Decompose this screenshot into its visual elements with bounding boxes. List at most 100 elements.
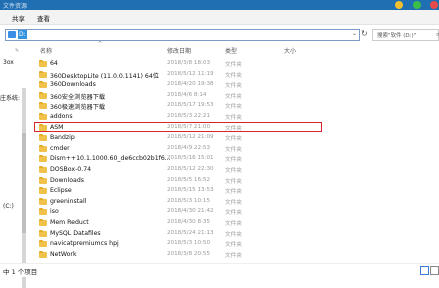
file-date: 2018/5/12 11:19 <box>167 70 214 77</box>
table-row[interactable]: Downloads 2018/5/5 16:52 文件夹 <box>36 176 336 186</box>
table-row[interactable]: addons 2018/5/3 22:21 文件夹 <box>36 112 336 122</box>
table-row[interactable]: cmder 2018/4/9 22:53 文件夹 <box>36 144 336 154</box>
file-type: 文件夹 <box>225 199 242 206</box>
file-type: 文件夹 <box>225 136 242 143</box>
file-type: 文件夹 <box>225 168 242 174</box>
file-name: DOSBox-0.74 <box>50 166 92 173</box>
file-type: 文件夹 <box>225 83 242 90</box>
folder-icon <box>39 197 47 205</box>
column-header-size[interactable]: 大小 <box>284 46 296 55</box>
table-row[interactable]: 360DesktopLite (11.0.0.1141) 64位 2018/5/1… <box>36 70 336 80</box>
table-row[interactable]: 64 2018/3/8 18:03 文件夹 <box>36 59 336 69</box>
address-path[interactable]: D: <box>18 30 27 39</box>
title-bar: 文件资源 <box>0 0 439 10</box>
file-name: Bandzip <box>50 134 75 142</box>
file-type: 文件夹 <box>225 178 242 185</box>
column-header-type[interactable]: 类型 <box>225 46 237 55</box>
file-date: 2018/3/8 20:55 <box>167 250 211 257</box>
file-name: 360安全浏览器下载 <box>50 93 106 101</box>
file-name: NetWork <box>50 250 77 258</box>
nav-item-system[interactable]: 庄系统: <box>0 93 20 102</box>
nav-item-box[interactable]: 3ox <box>3 59 14 66</box>
column-header-date[interactable]: 修改日期 <box>167 46 191 55</box>
search-placeholder: 搜索"软件 (D:)" <box>377 33 417 39</box>
folder-icon <box>39 102 47 110</box>
window-title: 文件资源 <box>3 3 28 10</box>
table-row[interactable]: iso 2018/4/30 21:42 文件夹 <box>36 207 336 217</box>
tab-view[interactable]: 查看 <box>37 13 50 23</box>
file-date: 2018/4/30 21:42 <box>167 208 214 215</box>
nav-scrollbar-thumb[interactable] <box>22 133 26 233</box>
folder-icon <box>39 187 47 195</box>
table-row[interactable]: NetWork 2018/3/8 20:55 文件夹 <box>36 250 336 260</box>
status-bar: 中 1 个项目 <box>0 263 439 277</box>
file-date: 2018/5/16 15:01 <box>167 155 214 162</box>
table-row[interactable]: Dism++10.1.1000.60_de6ccb02b1f6... 2018/5… <box>36 154 336 164</box>
file-name: Mem Reduct <box>50 219 89 226</box>
file-date: 2018/4/9 22:53 <box>167 144 211 151</box>
address-bar[interactable]: D: ⌄ <box>5 29 360 41</box>
table-row[interactable]: Mem Reduct 2018/4/30 8:35 文件夹 <box>36 218 336 228</box>
folder-icon <box>39 113 47 120</box>
file-name: addons <box>50 113 73 120</box>
file-type: 文件夹 <box>225 115 242 121</box>
pin-icon[interactable]: ✎ <box>15 48 19 54</box>
nav-item-c-drive[interactable]: (C:) <box>3 203 14 210</box>
table-row[interactable]: greeninstall 2018/5/3 10:15 文件夹 <box>36 197 336 207</box>
maximize-button[interactable] <box>413 1 421 9</box>
file-date: 2018/3/8 18:03 <box>167 60 211 66</box>
folder-icon <box>39 91 47 99</box>
folder-icon <box>39 134 47 142</box>
file-date: 2018/5/3 10:50 <box>167 240 211 247</box>
table-row[interactable]: 360安全浏览器下载 2018/4/6 8:14 文件夹 <box>36 91 336 101</box>
file-date: 2018/5/15 13:53 <box>167 187 214 194</box>
table-row[interactable]: MySQL Datafiles 2018/5/24 21:13 文件夹 <box>36 229 336 239</box>
table-row[interactable]: Eclipse 2018/5/15 13:53 文件夹 <box>36 186 336 196</box>
folder-icon <box>39 60 47 67</box>
folder-icon <box>39 208 47 216</box>
file-date: 2018/5/3 22:21 <box>167 113 211 119</box>
ribbon: 共享 查看 <box>0 10 439 25</box>
close-button[interactable] <box>430 1 438 9</box>
table-row[interactable]: navicatpremiumcs hpj 2018/5/3 10:50 文件夹 <box>36 239 336 249</box>
file-name: 64 <box>50 60 58 67</box>
table-row[interactable]: 360极速浏览器下载 2018/5/17 19:53 文件夹 <box>36 101 336 111</box>
refresh-icon[interactable]: ↻ <box>361 29 368 38</box>
folder-icon <box>39 250 47 258</box>
search-input[interactable]: 搜索"软件 (D:)" ⌕ <box>372 29 439 41</box>
folder-icon <box>39 166 47 173</box>
table-row[interactable]: 360Downloads 2018/4/20 19:38 文件夹 <box>36 80 336 90</box>
file-type: 文件夹 <box>225 252 242 259</box>
file-type: 文件夹 <box>225 62 242 68</box>
table-row[interactable]: DOSBox-0.74 2018/5/12 22:30 文件夹 <box>36 165 336 175</box>
large-icons-view-icon[interactable] <box>430 266 439 275</box>
file-type: 文件夹 <box>225 157 242 164</box>
minimize-button[interactable] <box>395 1 403 9</box>
column-header-name[interactable]: 名称 <box>40 46 52 55</box>
file-date: 2018/5/3 10:15 <box>167 197 211 204</box>
file-name: MySQL Datafiles <box>50 229 101 237</box>
file-type: 文件夹 <box>225 72 242 79</box>
file-name: navicatpremiumcs hpj <box>50 240 119 248</box>
file-type: 文件夹 <box>225 242 242 249</box>
file-date: 2018/5/12 22:30 <box>167 166 214 172</box>
file-date: 2018/5/24 21:13 <box>167 229 214 236</box>
chevron-down-icon[interactable]: ⌄ <box>352 30 357 37</box>
folder-icon <box>39 219 47 226</box>
file-name: 360DesktopLite (11.0.0.1141) 64位 <box>50 72 159 80</box>
details-view-icon[interactable] <box>420 266 429 275</box>
file-date: 2018/4/30 8:35 <box>167 219 211 225</box>
folder-icon <box>39 240 47 248</box>
file-type: 文件夹 <box>225 146 242 153</box>
folder-icon <box>39 176 47 184</box>
file-type: 文件夹 <box>225 221 242 227</box>
selected-row-highlight <box>34 122 322 132</box>
file-date: 2018/5/5 16:52 <box>167 176 211 183</box>
table-row[interactable]: Bandzip 2018/5/12 21:09 文件夹 <box>36 133 336 143</box>
file-name: cmder <box>50 144 70 152</box>
status-text: 中 1 个项目 <box>3 268 38 276</box>
drive-icon <box>8 31 16 38</box>
file-type: 文件夹 <box>225 93 242 100</box>
folder-icon <box>39 229 47 237</box>
tab-share[interactable]: 共享 <box>12 13 25 23</box>
